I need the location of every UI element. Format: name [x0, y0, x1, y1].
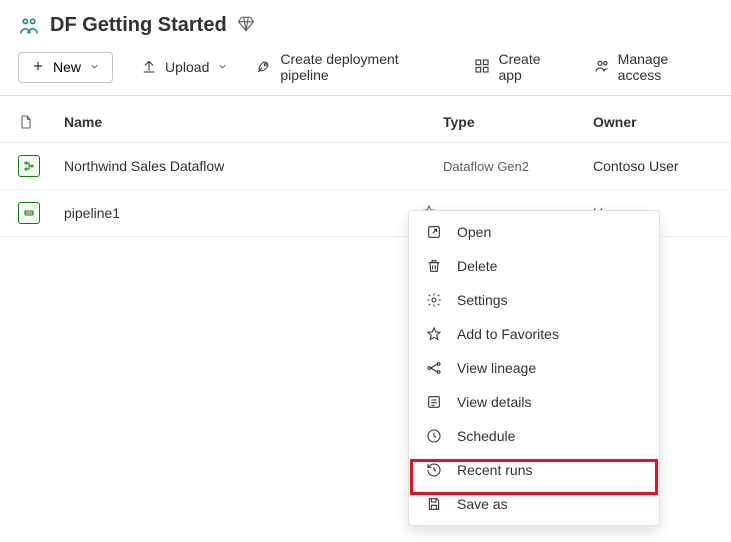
save-icon [425, 496, 443, 512]
workspace-title: DF Getting Started [50, 14, 227, 37]
menu-delete[interactable]: Delete [409, 249, 659, 283]
menu-open[interactable]: Open [409, 215, 659, 249]
menu-view-details[interactable]: View details [409, 385, 659, 419]
create-pipeline-label: Create deployment pipeline [280, 51, 446, 83]
upload-button[interactable]: Upload [141, 58, 228, 77]
menu-schedule[interactable]: Schedule [409, 419, 659, 453]
menu-save-as[interactable]: Save as [409, 487, 659, 521]
manage-access-button[interactable]: Manage access [594, 51, 713, 83]
dataflow-icon [18, 155, 40, 177]
context-menu: Open Delete Settings Add to Favorites Vi… [408, 210, 660, 526]
create-app-label: Create app [498, 51, 565, 83]
menu-label: Schedule [457, 428, 515, 444]
upload-icon [141, 58, 157, 77]
menu-label: Open [457, 224, 491, 240]
clock-icon [425, 428, 443, 444]
menu-label: Delete [457, 258, 497, 274]
column-type-header[interactable]: Type [443, 114, 593, 130]
open-icon [425, 224, 443, 240]
menu-label: Settings [457, 292, 508, 308]
chevron-down-icon [217, 59, 228, 75]
lineage-icon [425, 360, 443, 376]
toolbar: New Upload Create deployment pipeline Cr… [0, 47, 731, 96]
menu-recent-runs[interactable]: Recent runs [409, 453, 659, 487]
star-icon [425, 326, 443, 342]
premium-diamond-icon [237, 15, 255, 36]
workspace-header: DF Getting Started [0, 0, 731, 47]
item-name[interactable]: pipeline1 [64, 205, 417, 221]
workspace-icon [18, 15, 40, 37]
item-type: Dataflow Gen2 [443, 159, 593, 174]
history-icon [425, 462, 443, 478]
item-name[interactable]: Northwind Sales Dataflow [64, 158, 417, 174]
item-owner: Contoso User [593, 158, 713, 174]
table-header-row: Name Type Owner [0, 96, 731, 143]
gear-icon [425, 292, 443, 308]
column-owner-header[interactable]: Owner [593, 114, 713, 130]
chevron-down-icon [89, 59, 100, 75]
manage-access-label: Manage access [618, 51, 713, 83]
people-icon [594, 58, 610, 77]
menu-view-lineage[interactable]: View lineage [409, 351, 659, 385]
details-icon [425, 394, 443, 410]
menu-label: Add to Favorites [457, 326, 559, 342]
new-button[interactable]: New [18, 52, 113, 83]
create-deployment-pipeline-button[interactable]: Create deployment pipeline [256, 51, 446, 83]
plus-icon [31, 59, 45, 76]
menu-add-favorites[interactable]: Add to Favorites [409, 317, 659, 351]
menu-label: View lineage [457, 360, 536, 376]
upload-label: Upload [165, 59, 209, 75]
rocket-icon [256, 58, 272, 77]
table-row[interactable]: Northwind Sales Dataflow Dataflow Gen2 C… [0, 143, 731, 190]
menu-label: Recent runs [457, 462, 532, 478]
pipeline-icon [18, 202, 40, 224]
column-icon-header [18, 114, 64, 130]
menu-label: View details [457, 394, 531, 410]
create-app-button[interactable]: Create app [474, 51, 565, 83]
menu-settings[interactable]: Settings [409, 283, 659, 317]
app-grid-icon [474, 58, 490, 77]
new-button-label: New [53, 59, 81, 75]
menu-label: Save as [457, 496, 508, 512]
column-name-header[interactable]: Name [64, 114, 417, 130]
trash-icon [425, 258, 443, 274]
